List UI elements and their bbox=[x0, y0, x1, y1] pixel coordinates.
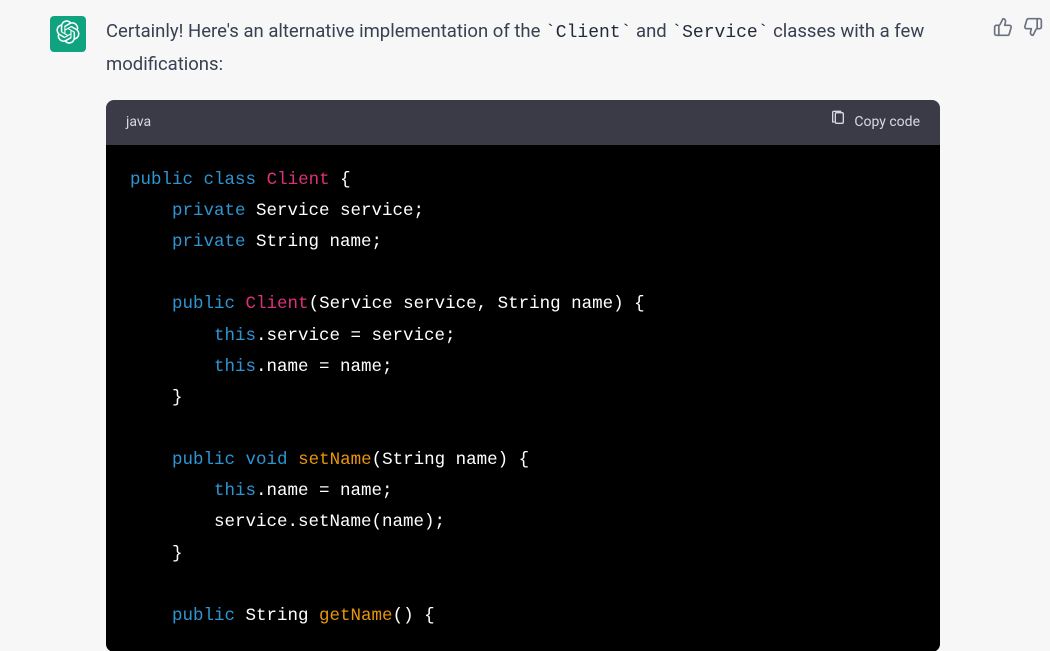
inline-code-client: `Client` bbox=[545, 23, 631, 43]
thumbs-down-button[interactable] bbox=[1022, 18, 1044, 40]
copy-code-button[interactable]: Copy code bbox=[830, 110, 920, 135]
message-content: Certainly! Here's an alternative impleme… bbox=[106, 16, 1000, 651]
assistant-avatar bbox=[50, 16, 86, 52]
code-body[interactable]: public class Client { private Service se… bbox=[106, 145, 940, 651]
thumbs-up-icon bbox=[993, 17, 1013, 41]
code-header: java Copy code bbox=[106, 100, 940, 145]
message-intro-prefix: Certainly! Here's an alternative impleme… bbox=[106, 20, 545, 42]
thumbs-down-icon bbox=[1023, 17, 1043, 41]
code-block: java Copy code public class Client { pri… bbox=[106, 100, 940, 651]
copy-code-label: Copy code bbox=[854, 111, 920, 135]
feedback-buttons bbox=[992, 18, 1044, 40]
openai-logo-icon bbox=[56, 20, 80, 48]
message-mid1: and bbox=[631, 20, 671, 42]
message-text: Certainly! Here's an alternative impleme… bbox=[106, 16, 940, 80]
thumbs-up-button[interactable] bbox=[992, 18, 1014, 40]
clipboard-icon bbox=[830, 110, 846, 135]
inline-code-service: `Service` bbox=[671, 23, 768, 43]
assistant-message: Certainly! Here's an alternative impleme… bbox=[0, 0, 1050, 651]
code-language-label: java bbox=[126, 111, 151, 135]
